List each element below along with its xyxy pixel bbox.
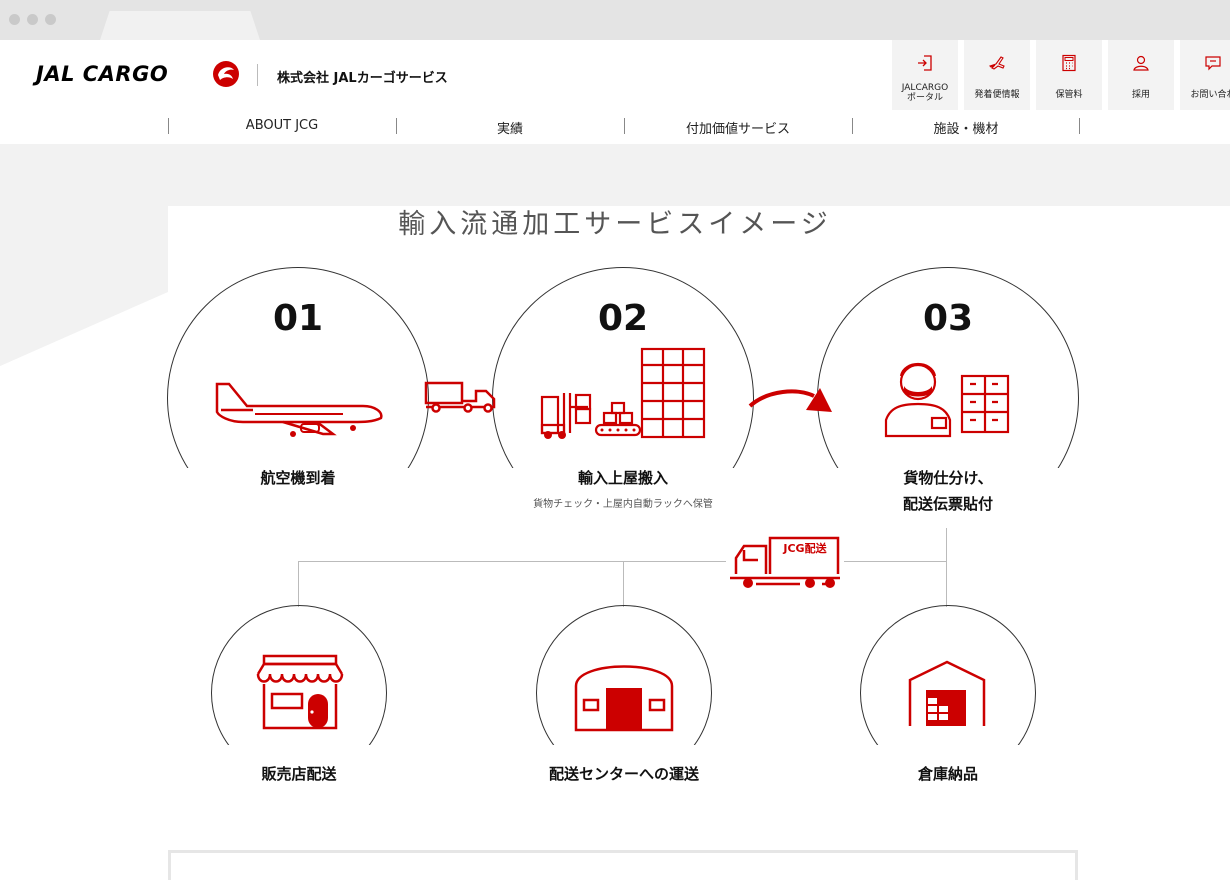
airplane-icon [988, 56, 1005, 70]
nav-item-facilities[interactable]: 施設・機材 [853, 118, 1079, 137]
delivery-truck: JCG配送 [726, 534, 844, 590]
site-logo[interactable]: JAL CARGO [36, 62, 168, 86]
connector-line [298, 561, 299, 607]
nav-item-about[interactable]: ABOUT JCG [169, 118, 395, 133]
util-link-recruit[interactable]: 採用 [1108, 40, 1174, 110]
util-label: JALCARGO ポータル [901, 83, 949, 103]
person-icon [1133, 55, 1149, 71]
destination-label: 倉庫納品 [917, 765, 978, 783]
util-label: 発着便情報 [974, 90, 1020, 100]
cargo-truck-icon [424, 381, 496, 413]
connector-line [623, 561, 624, 607]
step-number: 02 [597, 298, 649, 339]
destination-label: 配送センターへの運送 [548, 765, 699, 783]
util-link-contact[interactable]: お問い合わ [1180, 40, 1230, 110]
shop-icon [256, 654, 344, 730]
crane-logo-icon[interactable] [212, 60, 240, 88]
section-title: 輸入流通加工サービスイメージ [398, 209, 832, 240]
destination-label: 販売店配送 [261, 765, 337, 783]
window-dot[interactable] [27, 14, 38, 25]
browser-chrome [0, 0, 1230, 40]
worker-with-boxes-icon [884, 362, 1010, 438]
step-sub-label: 貨物チェック・上屋内自動ラックへ保管 [533, 499, 713, 510]
step-label: 輸入上屋搬入 [577, 469, 668, 487]
nav-item-value-added[interactable]: 付加価値サービス [625, 118, 851, 137]
util-label: お問い合わ [1190, 90, 1230, 100]
util-label: 採用 [1131, 90, 1150, 100]
calculator-icon [1062, 54, 1076, 72]
util-link-flights[interactable]: 発着便情報 [964, 40, 1030, 110]
warehouse-icon [908, 660, 986, 726]
util-label: 保管料 [1055, 90, 1083, 100]
chat-icon [1205, 56, 1221, 71]
distribution-center-icon [574, 665, 674, 732]
window-dot[interactable] [9, 14, 20, 25]
nav-separator [1079, 118, 1080, 134]
step-label: 航空機到着 [260, 469, 336, 487]
nav-item-results[interactable]: 実績 [397, 118, 623, 137]
step-number: 03 [922, 298, 974, 339]
red-arrow-icon [748, 388, 832, 412]
warehouse-rack-forklift-icon [540, 347, 706, 439]
door-exit-icon [918, 55, 932, 71]
truck-badge-label: JCG配送 [783, 542, 827, 555]
site-header: JAL CARGO 株式会社 JALカーゴサービス JALCARGO ポータル 発… [0, 40, 1230, 110]
header-divider [257, 64, 258, 86]
step-label: 貨物仕分け、 配送伝票貼付 [902, 469, 993, 513]
util-link-portal[interactable]: JALCARGO ポータル [892, 40, 958, 110]
global-nav: ABOUT JCG 実績 付加価値サービス 施設・機材 [0, 112, 1230, 144]
airplane-illustration-icon [215, 382, 383, 437]
company-name: 株式会社 JALカーゴサービス [277, 71, 448, 86]
connector-line [946, 561, 947, 607]
util-link-storage-fee[interactable]: 保管料 [1036, 40, 1102, 110]
step-number: 01 [272, 298, 324, 339]
connector-line [946, 528, 947, 562]
next-section-box [168, 850, 1078, 880]
browser-tab[interactable] [100, 11, 260, 40]
window-dot[interactable] [45, 14, 56, 25]
